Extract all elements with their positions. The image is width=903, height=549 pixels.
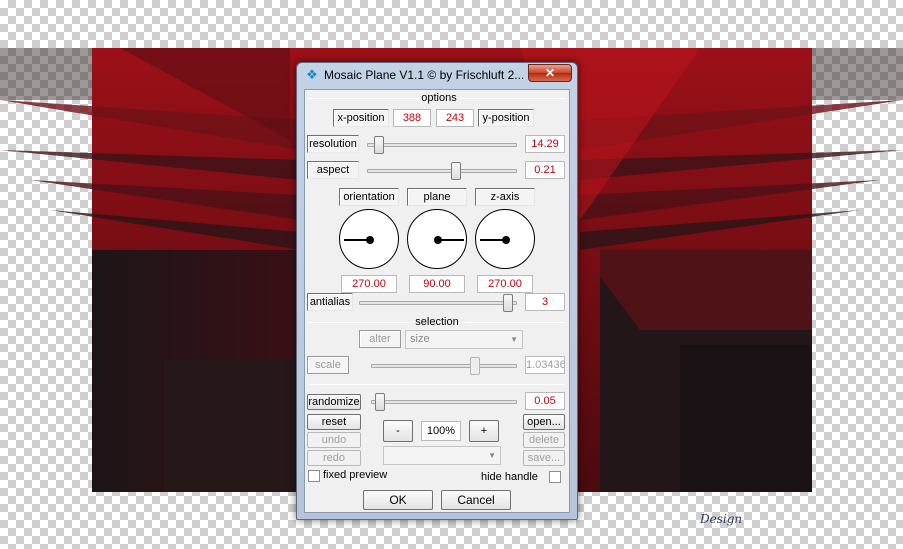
- orientation-label: orientation: [339, 188, 399, 206]
- mosaic-plane-dialog: ❖ Mosaic Plane V1.1 © by Frischluft 2...…: [296, 62, 578, 520]
- butterfly-icon: ❖: [306, 67, 318, 82]
- randomize-input[interactable]: 0.05: [525, 392, 565, 410]
- plane-label: plane: [407, 188, 467, 206]
- options-header: options: [421, 92, 457, 104]
- plane-dial-hand-icon: [434, 236, 464, 244]
- z-axis-label: z-axis: [475, 188, 535, 206]
- selection-divider-left: [309, 322, 409, 323]
- alter-button[interactable]: alter: [359, 330, 401, 348]
- antialias-slider[interactable]: [359, 301, 517, 305]
- undo-button[interactable]: undo: [307, 432, 361, 448]
- close-button[interactable]: ✕: [528, 64, 572, 82]
- redo-button[interactable]: redo: [307, 450, 361, 466]
- scale-label: scale: [307, 356, 349, 374]
- title-bar[interactable]: ❖ Mosaic Plane V1.1 © by Frischluft 2...…: [297, 63, 577, 87]
- x-position-label: x-position: [333, 109, 389, 127]
- plane-dial[interactable]: [407, 209, 467, 269]
- orientation-input[interactable]: 270.00: [341, 275, 397, 293]
- open-button[interactable]: open...: [523, 414, 565, 430]
- hide-handle-checkbox[interactable]: [549, 471, 561, 483]
- orientation-dial-hand-icon: [344, 236, 374, 244]
- options-divider-left: [309, 98, 419, 99]
- zoom-out-button[interactable]: -: [383, 420, 413, 442]
- resolution-input[interactable]: 14.29: [525, 135, 565, 153]
- selection-divider-right: [465, 322, 565, 323]
- zoom-in-button[interactable]: +: [469, 420, 499, 442]
- preset-dropdown[interactable]: ▼: [383, 446, 501, 465]
- plane-input[interactable]: 90.00: [409, 275, 465, 293]
- selection-mode-dropdown[interactable]: size ▼: [405, 330, 523, 349]
- antialias-label: antialias: [307, 293, 353, 311]
- y-position-input[interactable]: 243: [436, 109, 474, 127]
- cancel-button[interactable]: Cancel: [441, 490, 511, 510]
- ok-button[interactable]: OK: [363, 490, 433, 510]
- z-axis-dial-hand-icon: [480, 236, 510, 244]
- randomize-slider[interactable]: [371, 400, 517, 404]
- controls-divider: [309, 384, 565, 385]
- randomize-button[interactable]: randomize: [307, 394, 361, 410]
- options-divider-right: [460, 98, 566, 99]
- zoom-level: 100%: [421, 421, 461, 441]
- aspect-slider-thumb[interactable]: [451, 162, 461, 180]
- fixed-preview-checkbox[interactable]: [308, 470, 320, 482]
- hide-handle-label: hide handle: [481, 471, 538, 483]
- scale-input[interactable]: 1.03436: [525, 356, 565, 374]
- reset-button[interactable]: reset: [307, 414, 361, 430]
- selection-mode-value: size: [410, 333, 430, 345]
- orientation-dial[interactable]: [339, 209, 399, 269]
- aspect-slider[interactable]: [367, 169, 517, 173]
- delete-button[interactable]: delete: [523, 432, 565, 448]
- antialias-input[interactable]: 3: [525, 293, 565, 311]
- chevron-down-icon: ▼: [488, 451, 496, 460]
- scale-slider[interactable]: [371, 364, 517, 368]
- save-button[interactable]: save...: [523, 450, 565, 466]
- aspect-input[interactable]: 0.21: [525, 161, 565, 179]
- resolution-slider-thumb[interactable]: [374, 136, 384, 154]
- scale-slider-thumb[interactable]: [470, 357, 481, 375]
- resolution-label: resolution: [307, 135, 359, 153]
- z-axis-dial[interactable]: [475, 209, 535, 269]
- selection-header: selection: [415, 316, 459, 328]
- dialog-client: options x-position 388 243 y-position re…: [304, 89, 570, 513]
- fixed-preview-label: fixed preview: [323, 469, 388, 481]
- designer-signature: Design: [700, 512, 743, 526]
- resolution-slider[interactable]: [367, 143, 517, 147]
- randomize-slider-thumb[interactable]: [375, 393, 386, 411]
- aspect-label: aspect: [307, 161, 359, 179]
- chevron-down-icon: ▼: [510, 335, 518, 344]
- antialias-slider-thumb[interactable]: [502, 294, 513, 312]
- z-axis-input[interactable]: 270.00: [477, 275, 533, 293]
- window-title: Mosaic Plane V1.1 © by Frischluft 2...: [324, 68, 524, 82]
- x-position-input[interactable]: 388: [393, 109, 431, 127]
- y-position-label: y-position: [478, 109, 534, 127]
